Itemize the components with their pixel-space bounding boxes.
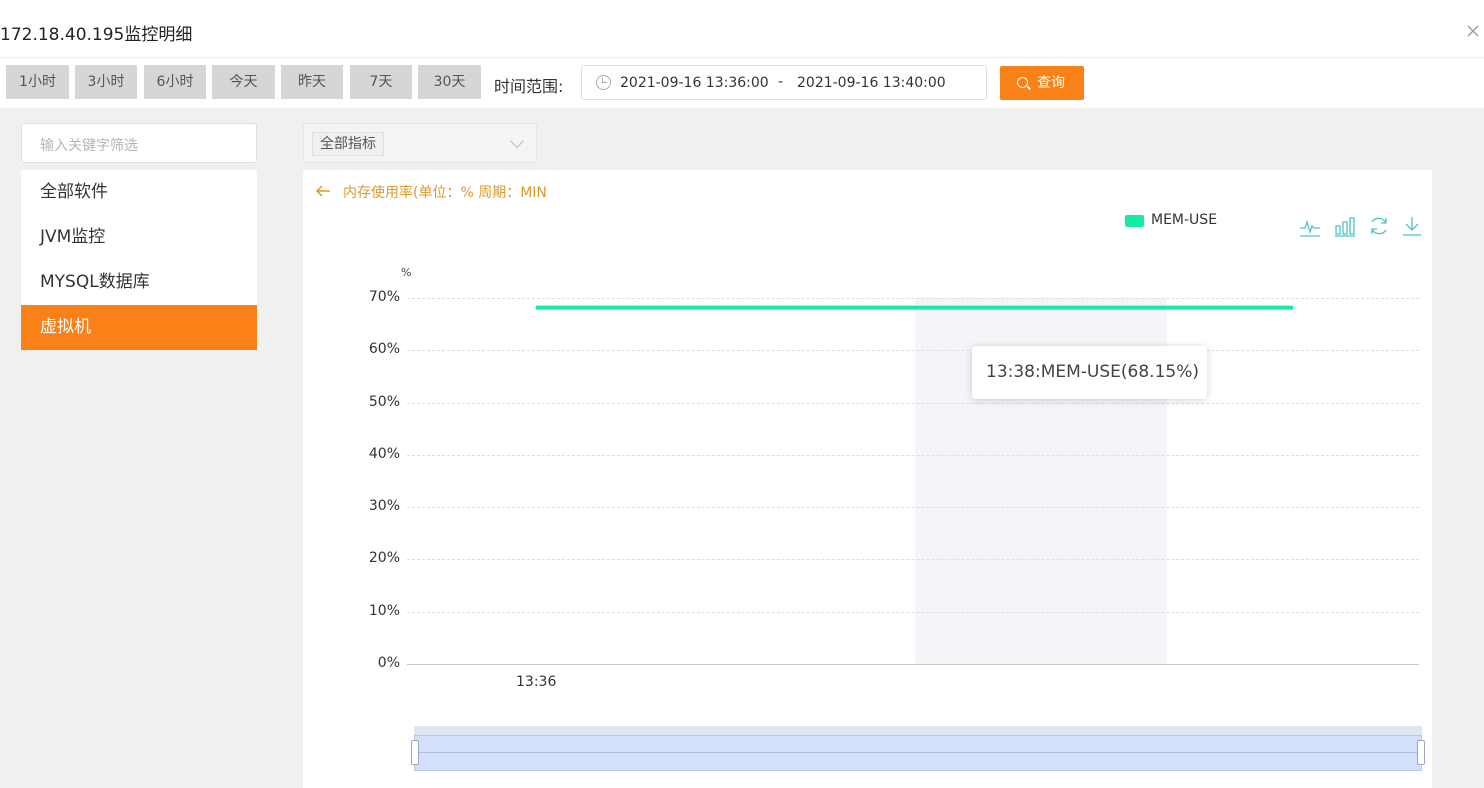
window-titlebar: 172.18.40.195监控明细 [0, 0, 1484, 58]
line-chart-icon[interactable] [1298, 214, 1322, 238]
close-icon[interactable] [1464, 22, 1482, 40]
menu-item-vm[interactable]: 虚拟机 [21, 305, 257, 350]
range-7d-button[interactable]: 7天 [350, 65, 412, 99]
range-label: 时间范围: [494, 77, 564, 96]
y-tick-label: 70% [368, 289, 400, 305]
bar-chart-icon[interactable] [1333, 214, 1357, 238]
menu-item-mysql[interactable]: MYSQL数据库 [21, 260, 257, 305]
metric-title: 内存使用率(单位：% 周期：MIN [343, 185, 547, 201]
menu-item-jvm[interactable]: JVM监控 [21, 215, 257, 260]
menu-item-all-software[interactable]: 全部软件 [21, 170, 257, 215]
arrow-left-icon[interactable] [314, 182, 332, 200]
time-toolbar: 1小时 3小时 6小时 今天 昨天 7天 30天 时间范围: 2021-09-1… [0, 58, 1484, 108]
filter-input[interactable]: 输入关键字筛选 [21, 123, 257, 163]
download-icon[interactable] [1400, 214, 1424, 238]
range-6h-button[interactable]: 6小时 [144, 65, 206, 99]
legend-swatch [1125, 215, 1144, 227]
y-tick-label: 40% [368, 445, 400, 462]
date-range-picker[interactable]: 2021-09-16 13:36:00 - 2021-09-16 13:40:0… [581, 65, 987, 100]
range-end-input[interactable]: 2021-09-16 13:40:00 [797, 75, 947, 91]
y-tick-label: 60% [368, 341, 400, 358]
zoom-handle-left[interactable] [411, 740, 419, 765]
software-menu: 全部软件 JVM监控 MYSQL数据库 虚拟机 [21, 170, 257, 350]
y-tick-label: 30% [368, 498, 400, 515]
chart-tooltip: 13:38:MEM-USE(68.15%) [972, 346, 1207, 399]
range-3h-button[interactable]: 3小时 [75, 65, 137, 99]
range-30d-button[interactable]: 30天 [418, 65, 481, 99]
zoom-handle-right[interactable] [1417, 740, 1425, 765]
refresh-icon[interactable] [1367, 214, 1391, 238]
search-button[interactable]: 查询 [1000, 66, 1084, 100]
y-axis-unit: % [401, 266, 412, 279]
metric-select-tag: 全部指标 [312, 132, 384, 156]
range-separator: - [778, 74, 784, 90]
zoom-slider-header [414, 726, 1422, 735]
x-axis-line [407, 664, 1419, 665]
legend-label[interactable]: MEM-USE [1151, 212, 1217, 228]
search-icon [1017, 77, 1028, 88]
range-today-button[interactable]: 今天 [212, 65, 275, 99]
chart-plot [536, 305, 1293, 310]
zoom-preview-line [416, 752, 1420, 753]
y-tick-label: 10% [368, 602, 400, 619]
window-title: 172.18.40.195监控明细 [0, 25, 193, 45]
search-button-label: 查询 [1037, 75, 1065, 91]
y-tick-label: 20% [368, 550, 400, 567]
range-start-input[interactable]: 2021-09-16 13:36:00 [620, 75, 770, 91]
data-zoom-slider[interactable] [414, 735, 1422, 771]
y-tick-label: 50% [368, 393, 400, 410]
y-tick-label: 0% [377, 655, 400, 671]
filter-placeholder: 输入关键字筛选 [40, 138, 138, 154]
chevron-down-icon [509, 133, 525, 149]
metric-select[interactable]: 全部指标 [303, 123, 537, 163]
clock-icon [596, 75, 611, 90]
x-tick-label: 13:36 [516, 674, 557, 690]
range-1h-button[interactable]: 1小时 [6, 65, 69, 99]
range-yesterday-button[interactable]: 昨天 [281, 65, 343, 99]
